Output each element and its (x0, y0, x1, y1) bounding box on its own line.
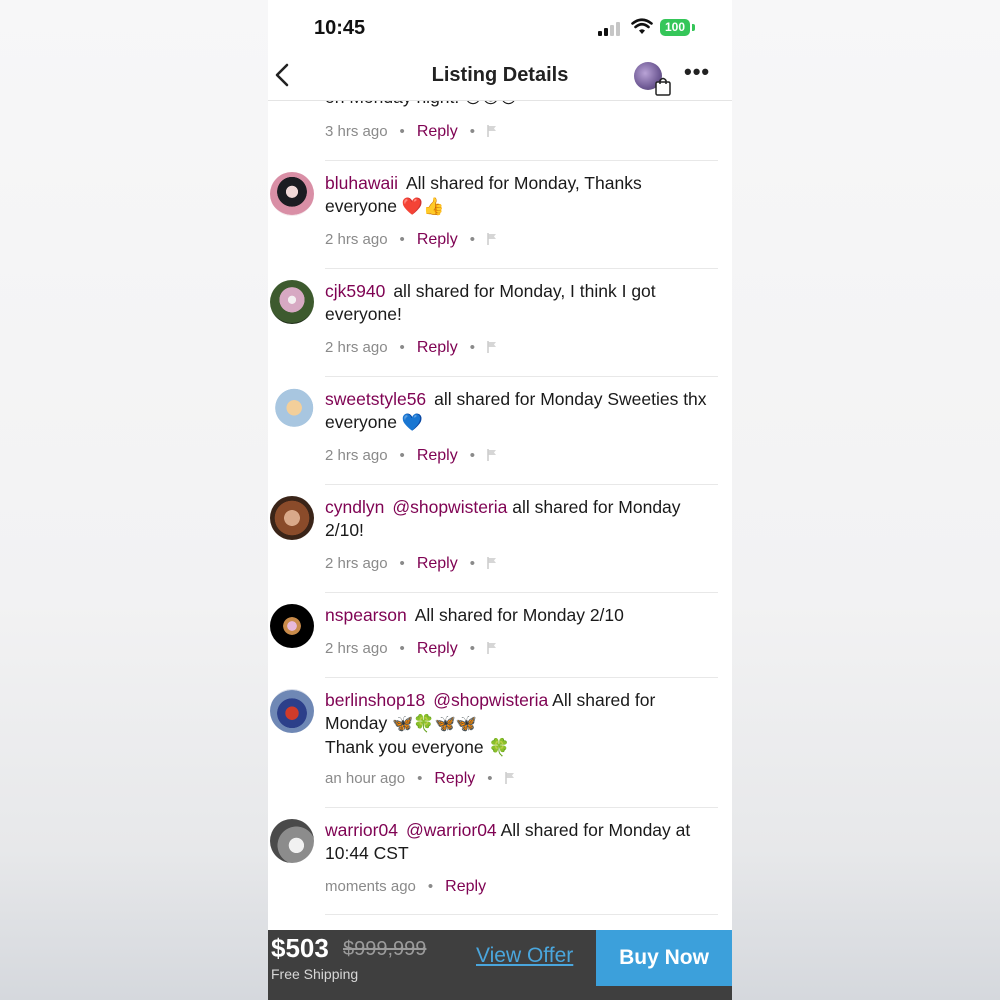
comment-meta: 2 hrs ago • Reply • (325, 639, 497, 659)
comment-meta: moments ago • Reply (325, 878, 487, 895)
comment-meta: 3 hrs ago • Reply • (325, 122, 497, 142)
username[interactable]: cjk5940 (325, 281, 385, 301)
comment-text: berlinshop18 @shopwisteria All shared for… (325, 689, 717, 760)
avatar[interactable] (270, 496, 314, 540)
comment-time: 2 hrs ago (325, 640, 388, 657)
username[interactable]: berlinshop18 (325, 690, 425, 710)
divider (325, 914, 718, 915)
comment-time: moments ago (325, 878, 416, 895)
comment-time: 2 hrs ago (325, 339, 388, 356)
flag-icon[interactable] (504, 772, 515, 784)
divider (325, 268, 718, 269)
divider (325, 592, 718, 593)
comment-text: cyndlyn @shopwisteria all shared for Mond… (325, 496, 717, 542)
comment-meta: 2 hrs ago • Reply • (325, 230, 497, 250)
flag-icon[interactable] (487, 341, 497, 353)
battery-icon: 100 (660, 19, 690, 36)
shopping-bag-button[interactable] (634, 62, 674, 96)
cellular-signal-icon (598, 22, 624, 36)
comment-text: warrior04 @warrior04 All shared for Monda… (325, 819, 717, 865)
wifi-icon (631, 18, 653, 34)
comment-text: nspearson All shared for Monday 2/10 (325, 604, 717, 627)
flag-icon[interactable] (487, 557, 497, 569)
comment-emoji: 💙 (401, 413, 424, 433)
reply-button[interactable]: Reply (417, 640, 458, 657)
reply-button[interactable]: Reply (445, 878, 486, 895)
comment-meta: an hour ago • Reply • (325, 769, 515, 789)
listing-price: $503 (271, 933, 329, 963)
shipping-label: Free Shipping (271, 966, 359, 982)
comment-time: 3 hrs ago (325, 123, 388, 140)
divider (325, 807, 718, 808)
divider (325, 376, 718, 377)
comment-emoji: ❤️👍 (401, 197, 445, 217)
username[interactable]: cyndlyn (325, 497, 384, 517)
comment-time: an hour ago (325, 770, 406, 787)
flag-icon[interactable] (487, 233, 497, 245)
username[interactable]: warrior04 (325, 820, 398, 840)
comment-time: 2 hrs ago (325, 231, 388, 248)
avatar[interactable] (270, 172, 314, 216)
buy-now-button[interactable]: Buy Now (596, 930, 732, 986)
reply-button[interactable]: Reply (417, 555, 458, 572)
comment-body-line2: Thank you everyone (325, 737, 489, 757)
reply-button[interactable]: Reply (417, 339, 458, 356)
phone-screen: 10:45 100 on Monday night! 🐱😍🐱 3 hrs ago… (268, 0, 732, 1000)
view-offer-link[interactable]: View Offer (476, 944, 573, 968)
username[interactable]: nspearson (325, 605, 407, 625)
nav-header: Listing Details ••• (268, 50, 732, 101)
shopping-bag-icon (655, 77, 671, 96)
comment-meta: 2 hrs ago • Reply • (325, 338, 497, 358)
comment-meta: 2 hrs ago • Reply • (325, 446, 497, 466)
flag-icon[interactable] (487, 449, 497, 461)
comment-body: All shared for Monday 2/10 (414, 605, 624, 625)
username[interactable]: bluhawaii (325, 173, 398, 193)
flag-icon[interactable] (487, 125, 497, 137)
flag-icon[interactable] (487, 642, 497, 654)
reply-button[interactable]: Reply (417, 123, 458, 140)
more-options-icon[interactable]: ••• (684, 61, 709, 86)
divider (325, 677, 718, 678)
comment-text: bluhawaii All shared for Monday, Thanks e… (325, 172, 717, 219)
comment-meta: 2 hrs ago • Reply • (325, 554, 497, 574)
mention[interactable]: @warrior04 (406, 820, 497, 840)
divider (325, 160, 718, 161)
reply-button[interactable]: Reply (434, 770, 475, 787)
comment-time: 2 hrs ago (325, 447, 388, 464)
avatar[interactable] (270, 388, 314, 432)
reply-button[interactable]: Reply (417, 231, 458, 248)
username[interactable]: sweetstyle56 (325, 389, 426, 409)
comment-time: 2 hrs ago (325, 555, 388, 572)
battery-tip (692, 24, 695, 31)
comment-text: cjk5940 all shared for Monday, I think I … (325, 280, 717, 326)
avatar[interactable] (270, 604, 314, 648)
reply-button[interactable]: Reply (417, 447, 458, 464)
original-price: $999,999 (343, 938, 427, 960)
bottom-action-bar: $503 $999,999 Free Shipping View Offer B… (268, 930, 732, 1000)
comment-emoji-2: 🍀 (488, 738, 510, 758)
divider (325, 484, 718, 485)
status-time: 10:45 (314, 17, 366, 39)
avatar[interactable] (270, 819, 314, 863)
mention[interactable]: @shopwisteria (392, 497, 507, 517)
mention[interactable]: @shopwisteria (433, 690, 548, 710)
comment-emoji: 🦋🍀🦋🦋 (392, 714, 477, 734)
comment-text: sweetstyle56 all shared for Monday Sweeti… (325, 388, 717, 435)
avatar[interactable] (270, 280, 314, 324)
avatar[interactable] (270, 689, 314, 733)
